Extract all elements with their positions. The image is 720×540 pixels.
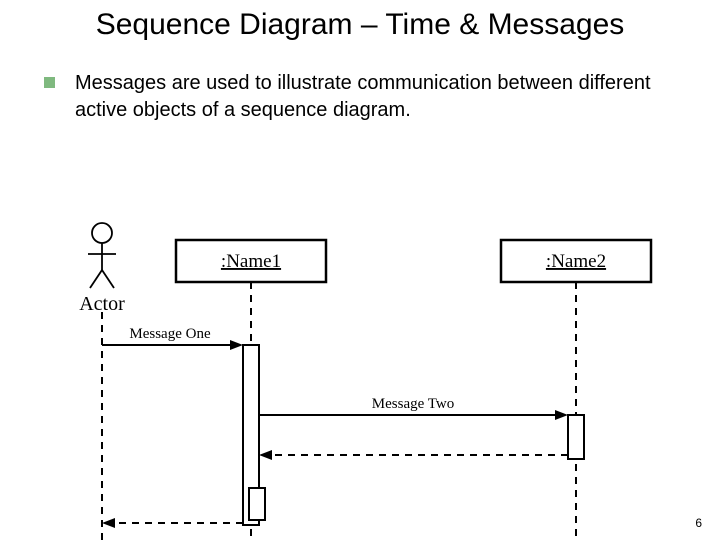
- object1-label: :Name1: [221, 251, 281, 272]
- actor-icon: [88, 223, 116, 288]
- sequence-diagram: Actor :Name1 :Name2 Message One Message …: [0, 0, 720, 540]
- message-one-label: Message One: [129, 326, 211, 342]
- message-two-arrowhead: [555, 410, 568, 420]
- activation-bar-2: [568, 415, 584, 459]
- message-one-arrowhead: [230, 340, 243, 350]
- message-two-label: Message Two: [372, 396, 454, 412]
- return-arrow-1-head: [259, 450, 272, 460]
- slide-number: 6: [695, 516, 702, 530]
- activation-bar-1-nested: [249, 488, 265, 520]
- object2-label: :Name2: [546, 251, 606, 272]
- actor-label: Actor: [79, 293, 125, 315]
- return-arrow-2-head: [102, 518, 115, 528]
